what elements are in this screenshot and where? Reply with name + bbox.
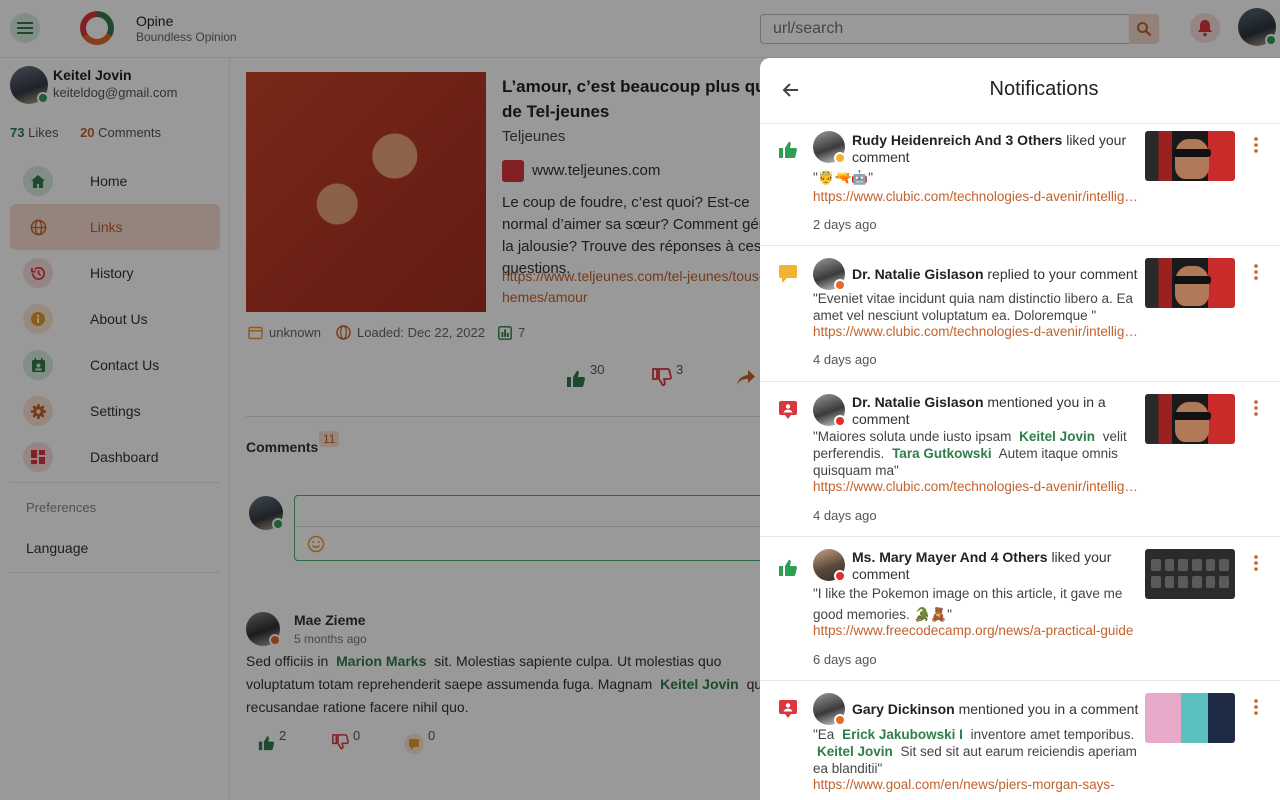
notification-text: Rudy Heidenreich And 3 Others liked your… [852, 132, 1142, 166]
notification-text: Ms. Mary Mayer And 4 Others liked your c… [852, 549, 1142, 583]
notification-action: mentioned you in a comment [958, 701, 1139, 717]
notification-actor[interactable]: Dr. Natalie Gislason [852, 266, 984, 282]
quote-part: "Maiores soluta unde iusto ipsam [813, 429, 1012, 444]
more-options-icon[interactable] [1254, 137, 1258, 153]
quote-part: "Ea [813, 727, 835, 742]
status-dot [834, 714, 846, 726]
notification-time: 4 days ago [813, 508, 877, 523]
notification-thumbnail[interactable] [1145, 394, 1235, 444]
notification-quote: "Ea Erick Jakubowski I inventore amet te… [813, 726, 1143, 777]
notification-quote: "Maiores soluta unde iusto ipsam Keitel … [813, 428, 1143, 479]
more-options-icon[interactable] [1254, 400, 1258, 416]
notification-thumbnail[interactable] [1145, 131, 1235, 181]
notification-quote: "Eveniet vitae incidunt quia nam distinc… [813, 291, 1133, 323]
user-mention[interactable]: Tara Gutkowski [888, 446, 996, 461]
thumbs-up-icon [778, 557, 798, 577]
notification-actor[interactable]: Dr. Natalie Gislason [852, 394, 984, 410]
mention-icon [778, 699, 798, 719]
quote-part: inventore amet temporibus. [970, 727, 1135, 742]
notification-link[interactable]: https://www.clubic.com/technologies-d-av… [813, 479, 1143, 494]
notification-text: Gary Dickinson mentioned you in a commen… [852, 701, 1152, 718]
notification-actor[interactable]: Ms. Mary Mayer And 4 Others [852, 549, 1048, 565]
user-mention[interactable]: Erick Jakubowski I [838, 727, 967, 742]
notification-quote: "🤴🔫🤖" [813, 170, 874, 185]
notification-link[interactable]: https://www.clubic.com/technologies-d-av… [813, 324, 1143, 339]
user-mention[interactable]: Keitel Jovin [1015, 429, 1099, 444]
notification-thumbnail[interactable] [1145, 258, 1235, 308]
notification-time: 2 days ago [813, 217, 877, 232]
notification-avatar[interactable] [813, 131, 846, 164]
status-dot [834, 152, 846, 164]
more-options-icon[interactable] [1254, 264, 1258, 280]
notification-item[interactable]: Gary Dickinson mentioned you in a commen… [760, 681, 1280, 800]
notification-link[interactable]: https://www.freecodecamp.org/news/a-prac… [813, 623, 1143, 638]
notification-item[interactable]: Rudy Heidenreich And 3 Others liked your… [760, 125, 1280, 246]
notification-actor[interactable]: Rudy Heidenreich And 3 Others [852, 132, 1062, 148]
more-options-icon[interactable] [1254, 699, 1258, 715]
thumbs-up-icon [778, 139, 798, 159]
more-options-icon[interactable] [1254, 555, 1258, 571]
user-mention[interactable]: Keitel Jovin [813, 744, 897, 759]
notification-thumbnail[interactable] [1145, 693, 1235, 743]
notification-item[interactable]: Dr. Natalie Gislason replied to your com… [760, 246, 1280, 382]
notifications-title: Notifications [989, 78, 1099, 100]
notification-link[interactable]: https://www.clubic.com/technologies-d-av… [813, 189, 1143, 204]
notification-actor[interactable]: Gary Dickinson [852, 701, 955, 717]
notification-quote: "I like the Pokemon image on this articl… [813, 586, 1123, 622]
notifications-panel: Notifications Rudy Heidenreich And 3 Oth… [760, 58, 1280, 800]
notification-time: 4 days ago [813, 352, 877, 367]
notification-item[interactable]: Dr. Natalie Gislason mentioned you in a … [760, 382, 1280, 537]
notification-action: replied to your comment [987, 266, 1138, 282]
notification-time: 6 days ago [813, 652, 877, 667]
notification-avatar[interactable] [813, 693, 846, 726]
notification-avatar[interactable] [813, 549, 846, 582]
status-dot [834, 570, 846, 582]
notification-text: Dr. Natalie Gislason mentioned you in a … [852, 394, 1142, 428]
status-dot [834, 415, 846, 427]
notification-thumbnail[interactable] [1145, 549, 1235, 599]
comment-icon [778, 264, 798, 284]
notification-link[interactable]: https://www.goal.com/en/news/piers-morga… [813, 777, 1143, 792]
notification-avatar[interactable] [813, 394, 846, 427]
mention-icon [778, 400, 798, 420]
notifications-header: Notifications [760, 58, 1280, 124]
notification-text: Dr. Natalie Gislason replied to your com… [852, 266, 1142, 283]
notification-item[interactable]: Ms. Mary Mayer And 4 Others liked your c… [760, 537, 1280, 681]
notification-avatar[interactable] [813, 258, 846, 291]
